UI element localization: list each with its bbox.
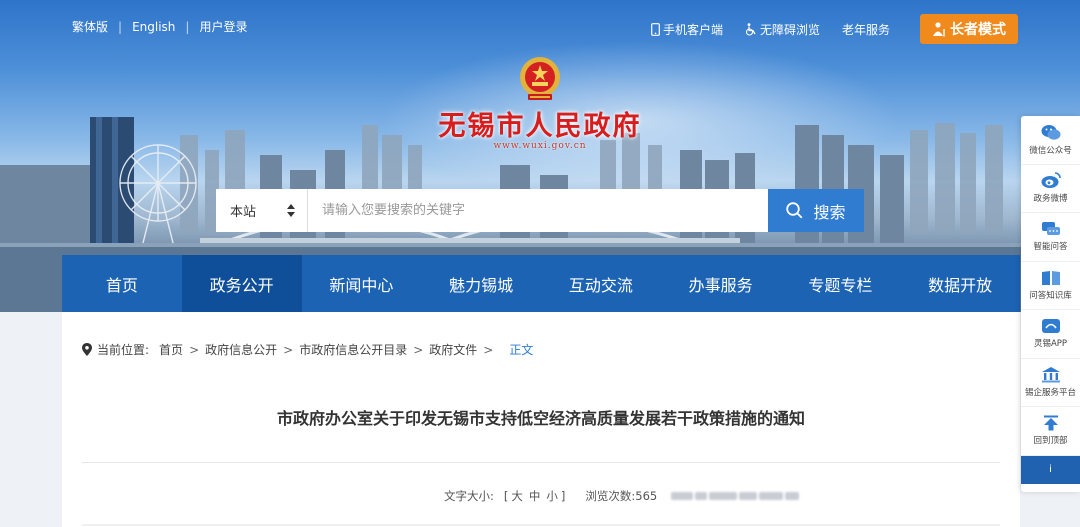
back-to-top-button[interactable]: 回到顶部	[1021, 407, 1080, 456]
site-url: www.wuxi.gov.cn	[493, 141, 587, 151]
sidebar-weibo[interactable]: 政务微博	[1021, 165, 1080, 213]
elder-person-icon	[933, 21, 945, 36]
senior-service-label: 老年服务	[841, 22, 890, 37]
breadcrumb-current: 正文	[509, 343, 534, 357]
breadcrumb-separator: >	[413, 342, 424, 357]
bracket-open: [	[503, 489, 509, 503]
top-right-links: 手机客户端 无障碍浏览 老年服务 长者模式	[629, 14, 1018, 44]
search-input[interactable]	[308, 189, 768, 232]
location-pin-icon	[82, 343, 92, 356]
mobile-client-link[interactable]: 手机客户端	[651, 21, 723, 38]
breadcrumb-label: 当前位置:	[97, 343, 150, 357]
breadcrumb-info-catalog[interactable]: 市政府信息公开目录	[299, 341, 407, 358]
views-label: 浏览次数:	[585, 489, 636, 503]
breadcrumb-separator: >	[189, 342, 200, 357]
meta-divider	[82, 524, 1000, 526]
breadcrumb-gov-info-open[interactable]: 政府信息公开	[205, 341, 277, 358]
chat-bubbles-icon	[1041, 222, 1060, 236]
english-link[interactable]: English	[132, 20, 175, 34]
book-icon	[1041, 270, 1060, 285]
search-scope-value: 本站	[230, 205, 257, 220]
breadcrumb-separator: >	[483, 342, 494, 357]
title-divider	[82, 462, 1000, 463]
sidebar-label: 政务微博	[1033, 194, 1068, 205]
side-toolbar: 微信公众号 政务微博 智能问答 问答知识库 灵锡APP 锡企服务平台 回到顶部 …	[1021, 116, 1080, 492]
breadcrumb: 当前位置: 首页 > 政府信息公开 > 市政府信息公开目录 > 政府文件 > 正…	[82, 341, 533, 358]
nav-government-affairs[interactable]: 政务公开	[181, 255, 302, 312]
sidebar-enterprise-service[interactable]: 锡企服务平台	[1021, 359, 1080, 407]
font-size-label: 文字大小:	[444, 489, 494, 503]
nav-home[interactable]: 首页	[62, 255, 182, 312]
sidebar-smart-qa[interactable]: 智能问答	[1021, 213, 1080, 262]
bracket-close: ]	[560, 489, 566, 503]
font-size-large[interactable]: 大	[511, 488, 523, 504]
sidebar-info-button[interactable]: i	[1021, 455, 1080, 484]
wheelchair-icon	[745, 22, 756, 36]
nav-services[interactable]: 办事服务	[661, 255, 781, 312]
search-scope-select[interactable]: 本站	[216, 189, 308, 232]
nav-special-topics[interactable]: 专题专栏	[781, 255, 901, 312]
main-nav: 首页 政务公开 新闻中心 魅力锡城 互动交流 办事服务 专题专栏 数据开放	[62, 255, 1020, 312]
nav-open-data[interactable]: 数据开放	[900, 255, 1020, 312]
national-emblem-logo	[520, 57, 560, 100]
sidebar-label: 智能问答	[1033, 242, 1068, 253]
mobile-phone-icon	[651, 22, 660, 36]
nav-charming-wuxi[interactable]: 魅力锡城	[421, 255, 541, 312]
article-panel: 当前位置: 首页 > 政府信息公开 > 市政府信息公开目录 > 政府文件 > 正…	[62, 312, 1020, 527]
nav-interaction[interactable]: 互动交流	[541, 255, 661, 312]
sidebar-label: 微信公众号	[1029, 145, 1072, 156]
separator: |	[118, 19, 123, 34]
nav-news-center[interactable]: 新闻中心	[302, 255, 422, 312]
top-links: 繁体版 | English | 用户登录	[72, 18, 247, 35]
arrow-up-icon	[1043, 415, 1058, 431]
wechat-icon	[1041, 124, 1060, 140]
separator: |	[185, 19, 190, 34]
header-banner: 繁体版 | English | 用户登录 手机客户端 无障碍浏览 老年服务 长者…	[0, 0, 1080, 312]
site-title: 无锡市人民政府	[438, 111, 642, 142]
sidebar-label: 回到顶部	[1033, 436, 1068, 447]
weibo-icon	[1041, 172, 1061, 189]
breadcrumb-separator: >	[283, 342, 294, 357]
search-icon	[786, 202, 803, 219]
sidebar-wechat[interactable]: 微信公众号	[1021, 116, 1080, 165]
traditional-chinese-link[interactable]: 繁体版	[72, 18, 108, 35]
sidebar-label: 锡企服务平台	[1024, 388, 1076, 399]
building-icon	[1041, 367, 1060, 383]
mobile-client-label: 手机客户端	[662, 22, 723, 37]
search-button-label: 搜索	[813, 202, 846, 222]
sidebar-lingxi-app[interactable]: 灵锡APP	[1021, 310, 1080, 359]
up-down-arrows-icon	[287, 204, 295, 217]
app-icon	[1041, 319, 1060, 334]
sidebar-label: 问答知识库	[1029, 290, 1072, 301]
breadcrumb-gov-documents[interactable]: 政府文件	[429, 341, 477, 358]
article-title: 市政府办公室关于印发无锡市支持低空经济高质量发展若干政策措施的通知	[276, 409, 805, 428]
search-button[interactable]: 搜索	[768, 189, 864, 232]
font-size-medium[interactable]: 中	[529, 488, 541, 504]
elder-mode-label: 长者模式	[950, 22, 1006, 38]
sidebar-knowledge-base[interactable]: 问答知识库	[1021, 262, 1080, 310]
views-count: 565	[635, 489, 658, 503]
font-size-small[interactable]: 小	[546, 488, 558, 504]
breadcrumb-home[interactable]: 首页	[159, 341, 183, 358]
search-bar: 本站 搜索	[216, 189, 864, 232]
blurred-meta	[671, 492, 800, 500]
user-login-link[interactable]: 用户登录	[199, 18, 247, 35]
article-meta: 文字大小: [ 大 中 小 ] 浏览次数: 565	[444, 488, 800, 504]
senior-service-link[interactable]: 老年服务	[842, 21, 890, 38]
accessible-browse-label: 无障碍浏览	[759, 22, 820, 37]
accessible-browse-link[interactable]: 无障碍浏览	[745, 21, 820, 38]
elder-mode-button[interactable]: 长者模式	[920, 14, 1018, 44]
sidebar-label: 灵锡APP	[1033, 339, 1068, 350]
